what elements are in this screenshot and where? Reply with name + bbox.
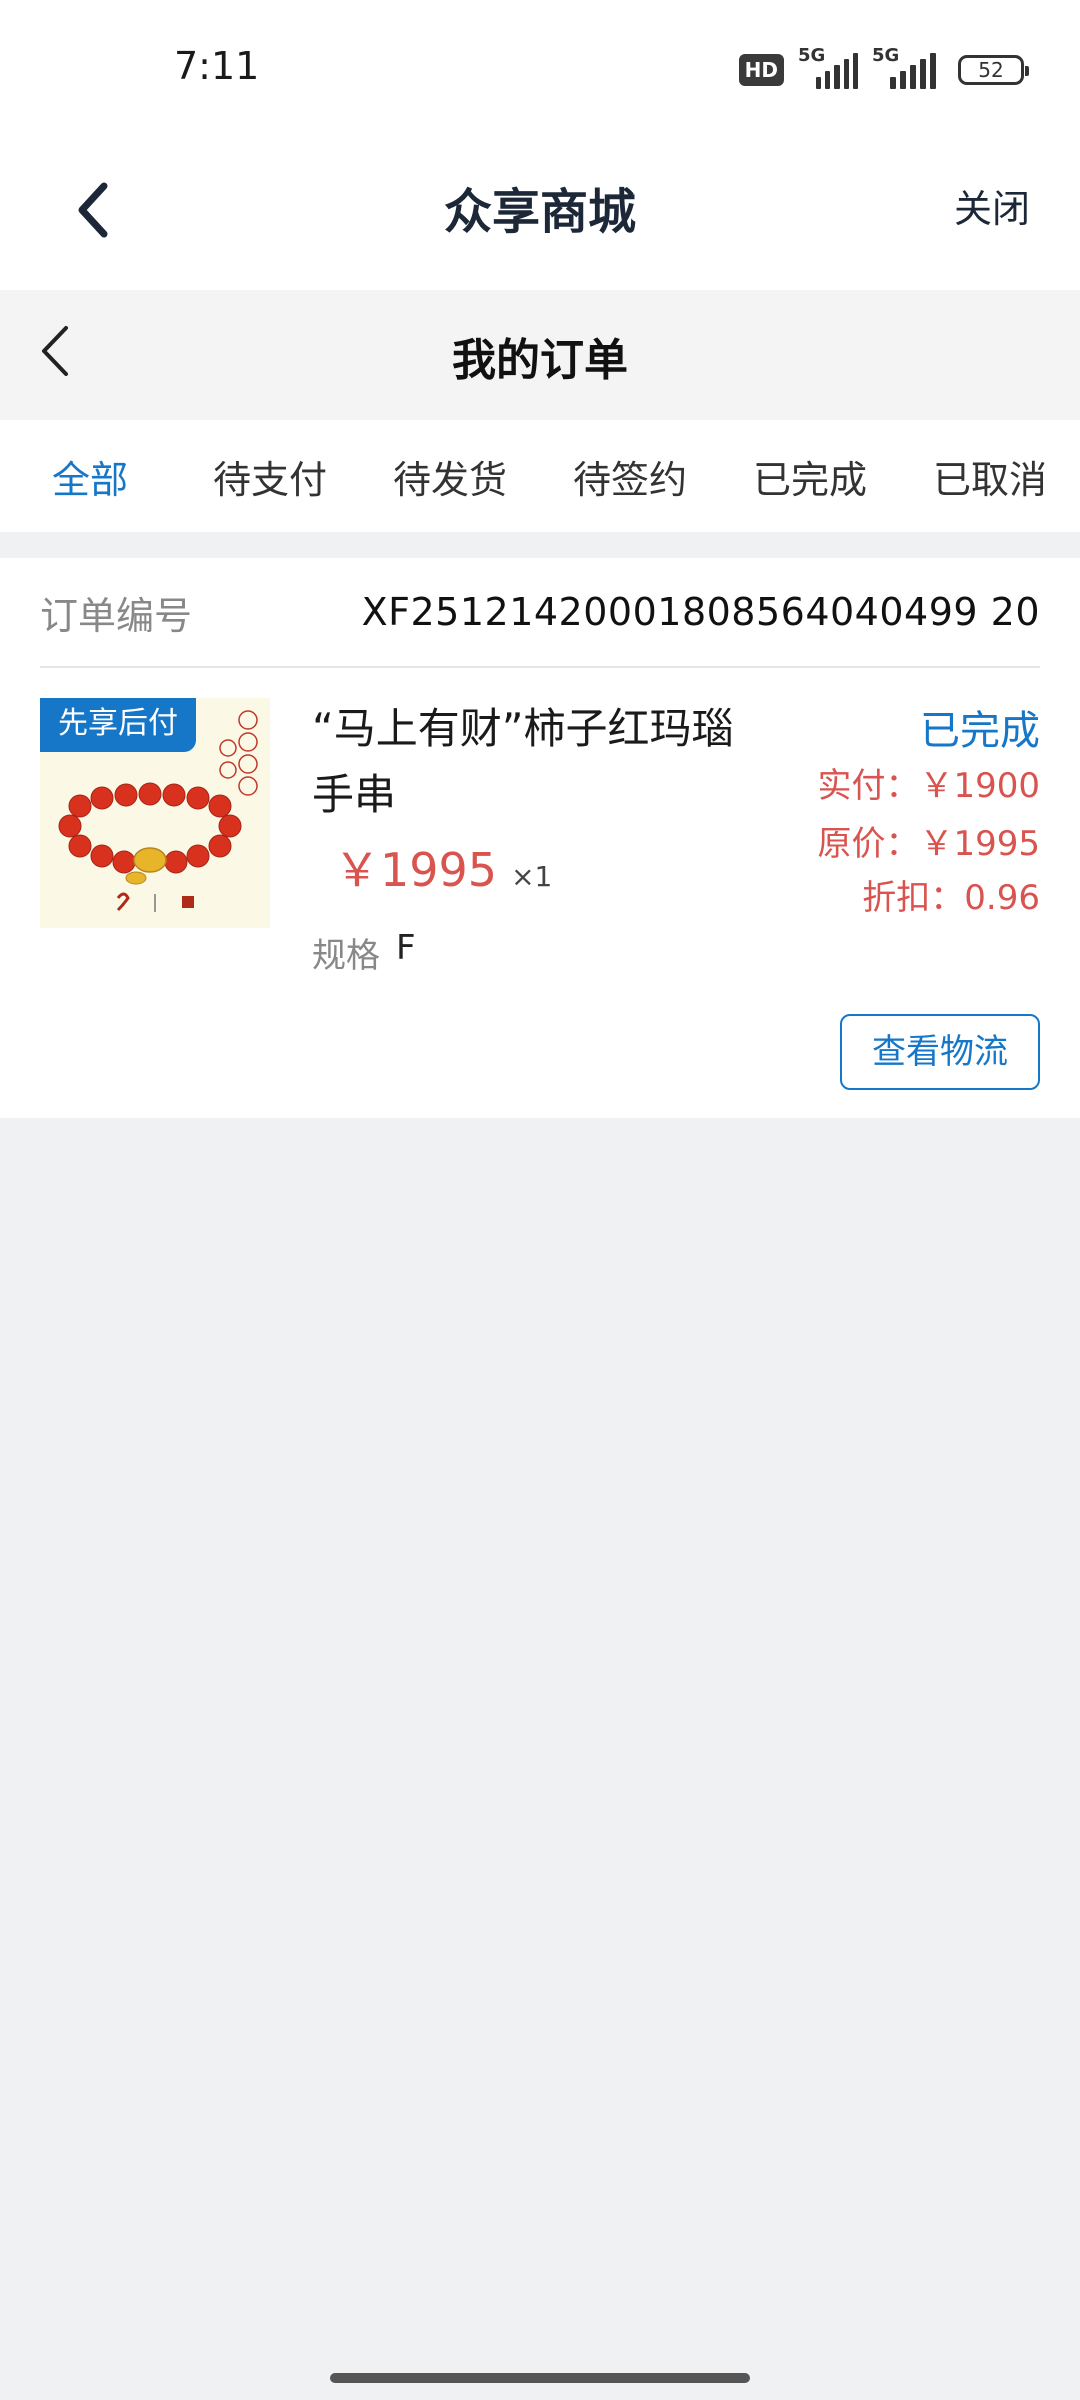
order-number-row: 订单编号 XF25121420001808564040499 20 <box>40 558 1040 668</box>
tab-pending-payment[interactable]: 待支付 <box>180 449 360 504</box>
close-button[interactable]: 关闭 <box>954 178 1030 233</box>
product-title[interactable]: “马上有财”柿子红玛瑙手串 <box>312 696 772 828</box>
order-status-tabs: 全部 待支付 待发货 待签约 已完成 已取消 <box>0 420 1080 532</box>
orders-title: 我的订单 <box>452 335 628 386</box>
tab-completed[interactable]: 已完成 <box>720 449 900 504</box>
order-number-value: XF25121420001808564040499 20 <box>361 590 1040 634</box>
order-status: 已完成 <box>920 708 1040 754</box>
discount: 折扣：0.96 <box>862 878 1040 918</box>
paid-amount: 实付：￥1900 <box>817 766 1040 806</box>
sim2-network-label: 5G <box>872 45 900 66</box>
status-bar: 7:11 HD 5G 5G 52 <box>0 0 1080 140</box>
pay-later-badge: 先享后付 <box>40 698 196 752</box>
tab-pending-signing[interactable]: 待签约 <box>540 449 720 504</box>
quantity: ×1 <box>511 860 553 893</box>
status-time: 7:11 <box>174 44 260 88</box>
original-price: 原价：￥1995 <box>817 824 1040 864</box>
signal-icon-sim2: 5G <box>872 45 944 89</box>
tab-cancelled[interactable]: 已取消 <box>900 449 1080 504</box>
home-indicator[interactable] <box>330 2373 750 2383</box>
tab-pending-shipment[interactable]: 待发货 <box>360 449 540 504</box>
hd-voice-icon: HD <box>738 54 784 86</box>
spec-label: 规格 <box>312 936 380 976</box>
spec-value: F <box>396 928 416 968</box>
product-image[interactable]: 先享后付 <box>40 698 270 928</box>
sim1-network-label: 5G <box>798 45 826 66</box>
app-title: 众享商城 <box>443 184 636 240</box>
signal-icon-sim1: 5G <box>798 45 859 89</box>
orders-header: 我的订单 <box>0 290 1080 420</box>
view-logistics-button[interactable]: 查看物流 <box>840 1014 1040 1090</box>
order-number-label: 订单编号 <box>40 593 193 638</box>
order-card[interactable]: 订单编号 XF25121420001808564040499 20 先享后付 “… <box>0 558 1080 1118</box>
price-row: ￥1995 ×1 <box>334 834 552 900</box>
tab-all[interactable]: 全部 <box>0 449 180 504</box>
battery-icon: 52 <box>958 55 1029 85</box>
spec-row: 规格 F <box>312 928 416 977</box>
status-icons: HD 5G 5G 52 <box>738 45 1029 92</box>
unit-price: ￥1995 <box>334 843 498 897</box>
app-header: 众享商城 关闭 <box>0 140 1080 290</box>
